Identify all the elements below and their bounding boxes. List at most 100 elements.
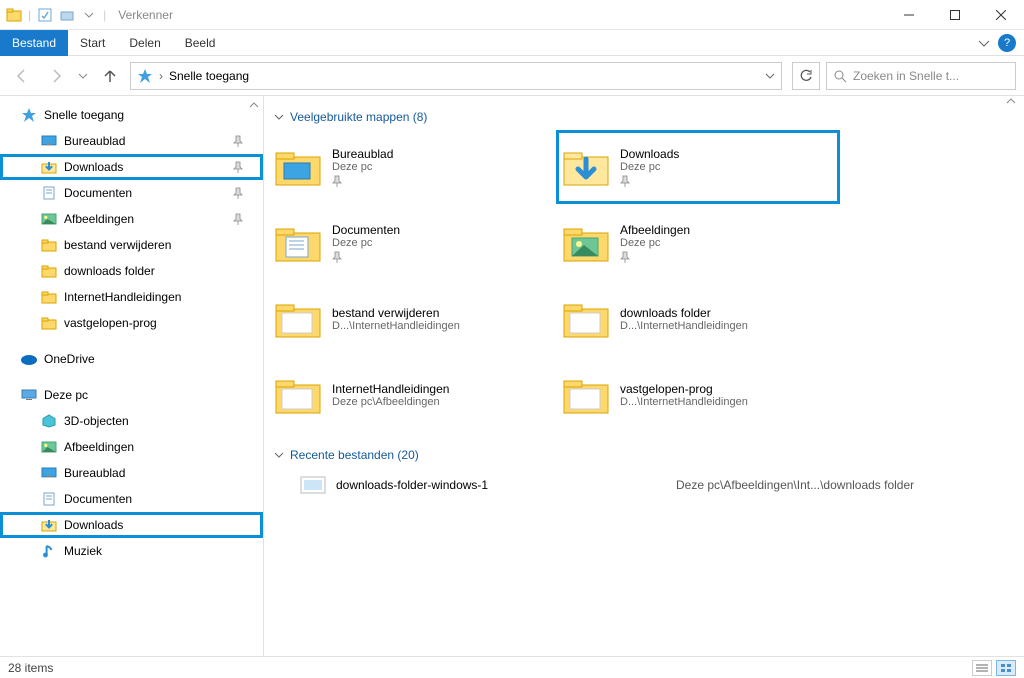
ribbon-expand-icon[interactable] [978, 37, 990, 49]
folder-folder-icon [274, 371, 322, 419]
pin-icon [233, 135, 243, 147]
minimize-button[interactable] [886, 0, 932, 30]
tree-label: Snelle toegang [44, 108, 124, 122]
qat-newfolder-icon[interactable] [59, 7, 75, 23]
tree-this-pc[interactable]: Deze pc [0, 382, 263, 408]
qat-dropdown-icon[interactable] [81, 7, 97, 23]
pictures-icon [40, 439, 58, 455]
downloads-icon [40, 517, 58, 533]
sidebar-item-qa[interactable]: Documenten [0, 180, 263, 206]
nav-up-button[interactable] [96, 62, 124, 90]
pin-icon [620, 175, 679, 187]
3d-icon [40, 413, 58, 429]
sidebar-item-pc[interactable]: Downloads [0, 512, 263, 538]
sidebar-item-qa[interactable]: Downloads [0, 154, 263, 180]
nav-forward-button[interactable] [42, 62, 70, 90]
tree-label: Afbeeldingen [64, 212, 134, 226]
documents-icon [40, 491, 58, 507]
ribbon-tab-bestand[interactable]: Bestand [0, 30, 68, 56]
pin-icon [233, 187, 243, 199]
folder-folder-icon [562, 371, 610, 419]
sidebar-item-qa[interactable]: InternetHandleidingen [0, 284, 263, 310]
folder-card[interactable]: bestand verwijderenD...\InternetHandleid… [270, 284, 550, 354]
ribbon-tab-start[interactable]: Start [68, 30, 117, 56]
folder-icon [40, 315, 58, 331]
section-label: Recente bestanden (20) [290, 448, 419, 462]
window-title: Verkenner [118, 8, 173, 22]
sidebar-item-pc[interactable]: Documenten [0, 486, 263, 512]
tree-quick-access[interactable]: Snelle toegang [0, 102, 263, 128]
folder-card[interactable]: vastgelopen-progD...\InternetHandleiding… [558, 360, 838, 430]
sidebar-item-qa[interactable]: Bureaublad [0, 128, 263, 154]
refresh-button[interactable] [792, 62, 820, 90]
tree-label: Documenten [64, 492, 132, 506]
folder-location: D...\InternetHandleidingen [620, 396, 748, 408]
desktop-icon [40, 465, 58, 481]
address-text: Snelle toegang [169, 69, 759, 83]
maximize-button[interactable] [932, 0, 978, 30]
tree-onedrive[interactable]: OneDrive [0, 346, 263, 372]
sidebar-item-pc[interactable]: 3D-objecten [0, 408, 263, 434]
folder-card[interactable]: AfbeeldingenDeze pc [558, 208, 838, 278]
close-button[interactable] [978, 0, 1024, 30]
sidebar-item-pc[interactable]: Muziek [0, 538, 263, 564]
folder-card[interactable]: BureaubladDeze pc [270, 132, 550, 202]
content-pane: Veelgebruikte mappen (8) BureaubladDeze … [264, 96, 1024, 656]
folder-name: Bureaublad [332, 147, 393, 161]
view-details-button[interactable] [972, 660, 992, 676]
sidebar-item-qa[interactable]: downloads folder [0, 258, 263, 284]
folder-icon [40, 289, 58, 305]
sidebar-scroll-up-icon[interactable] [245, 96, 263, 114]
recent-file-path: Deze pc\Afbeeldingen\Int...\downloads fo… [676, 478, 914, 492]
help-button[interactable]: ? [998, 34, 1016, 52]
section-recent-files[interactable]: Recente bestanden (20) [270, 444, 1014, 470]
pictures-icon [40, 211, 58, 227]
section-frequent-folders[interactable]: Veelgebruikte mappen (8) [270, 106, 1014, 132]
folder-card[interactable]: DocumentenDeze pc [270, 208, 550, 278]
nav-back-button[interactable] [8, 62, 36, 90]
sidebar-item-qa[interactable]: bestand verwijderen [0, 232, 263, 258]
address-bar[interactable]: › Snelle toegang [130, 62, 782, 90]
folder-location: Deze pc [620, 237, 690, 249]
sidebar-item-pc[interactable]: Afbeeldingen [0, 434, 263, 460]
sidebar-item-pc[interactable]: Bureaublad [0, 460, 263, 486]
folder-folder-icon [562, 295, 610, 343]
folder-location: Deze pc [332, 237, 400, 249]
sidebar-item-qa[interactable]: Afbeeldingen [0, 206, 263, 232]
folder-card[interactable]: downloads folderD...\InternetHandleiding… [558, 284, 838, 354]
titlebar: | | Verkenner [0, 0, 1024, 30]
pin-icon [620, 251, 690, 263]
sidebar-item-qa[interactable]: vastgelopen-prog [0, 310, 263, 336]
nav-recent-dropdown[interactable] [76, 62, 90, 90]
view-large-icons-button[interactable] [996, 660, 1016, 676]
folder-name: vastgelopen-prog [620, 382, 748, 396]
search-icon [833, 69, 847, 83]
tree-label: OneDrive [44, 352, 95, 366]
tree-label: Documenten [64, 186, 132, 200]
tree-label: bestand verwijderen [64, 238, 171, 252]
tree-label: Bureaublad [64, 466, 125, 480]
ribbon-tab-beeld[interactable]: Beeld [173, 30, 228, 56]
content-scroll-up-icon[interactable] [1006, 96, 1024, 114]
search-box[interactable]: Zoeken in Snelle t... [826, 62, 1016, 90]
folder-icon [40, 237, 58, 253]
this-pc-icon [20, 388, 38, 402]
folder-location: D...\InternetHandleidingen [332, 320, 460, 332]
documents-icon [40, 185, 58, 201]
folder-name: Documenten [332, 223, 400, 237]
pin-icon [332, 175, 393, 187]
folder-location: Deze pc [332, 161, 393, 173]
downloads-icon [40, 159, 58, 175]
chevron-down-icon [274, 450, 284, 460]
tree-label: downloads folder [64, 264, 155, 278]
breadcrumb-chevron-icon[interactable]: › [159, 69, 163, 83]
recent-file-row[interactable]: downloads-folder-windows-1Deze pc\Afbeel… [270, 470, 1014, 500]
folder-card[interactable]: DownloadsDeze pc [558, 132, 838, 202]
ribbon-tab-delen[interactable]: Delen [117, 30, 172, 56]
explorer-icon [6, 7, 22, 23]
pin-icon [233, 161, 243, 173]
folder-card[interactable]: InternetHandleidingenDeze pc\Afbeeldinge… [270, 360, 550, 430]
qat-properties-icon[interactable] [37, 7, 53, 23]
address-dropdown-icon[interactable] [765, 71, 775, 81]
desktop-icon [40, 133, 58, 149]
